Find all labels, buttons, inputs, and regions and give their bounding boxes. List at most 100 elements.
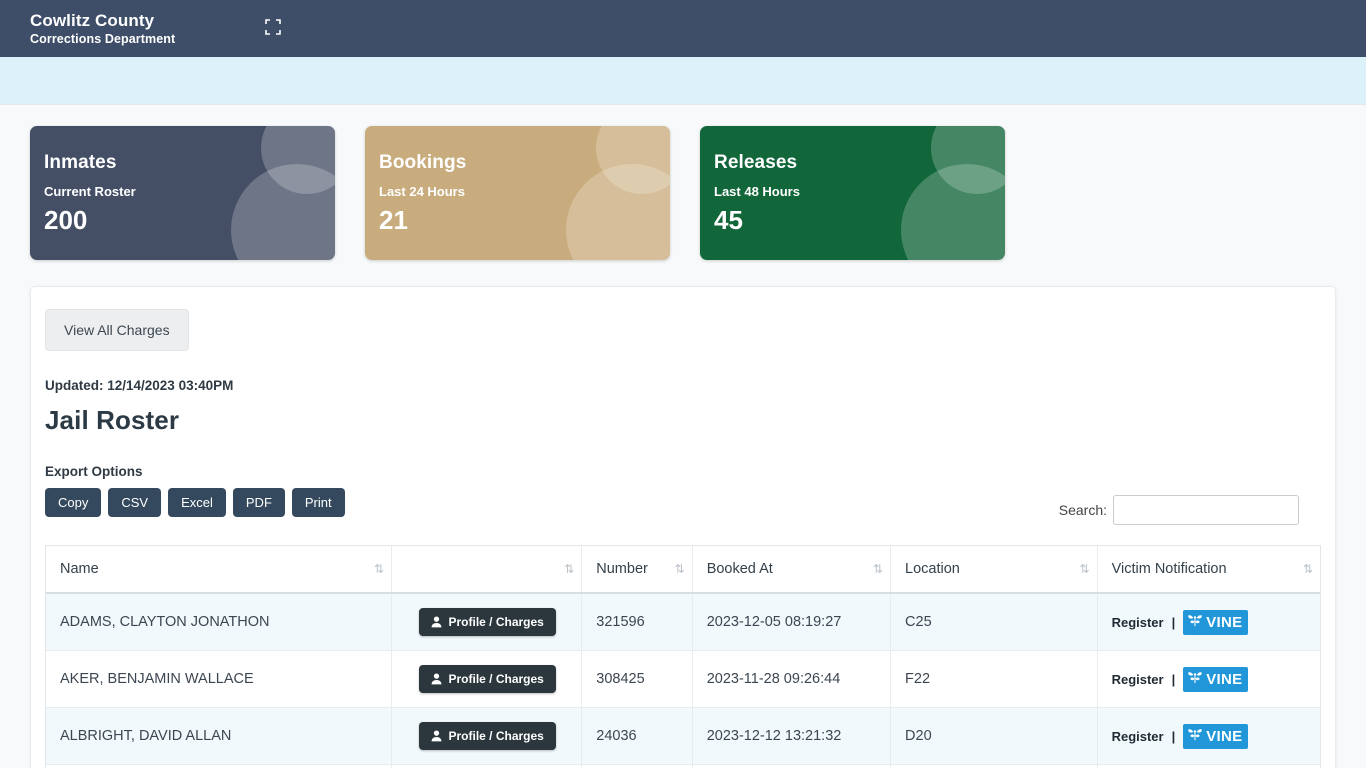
column-label: Victim Notification bbox=[1111, 561, 1227, 577]
vine-cell: Register | VINE bbox=[1112, 609, 1308, 635]
table-row[interactable]: ADAMS, CLAYTON JONATHON Profile / Charges… bbox=[46, 593, 1320, 651]
sort-arrows-icon[interactable]: ⇅ bbox=[675, 562, 685, 576]
cell-actions: Profile / Charges bbox=[391, 593, 583, 651]
cell-actions: Profile / Charges bbox=[391, 650, 583, 708]
search-label: Search: bbox=[1058, 502, 1107, 518]
profile-charges-label: Profile / Charges bbox=[448, 729, 544, 743]
stat-card-subtitle: Current Roster bbox=[44, 184, 136, 199]
cell-booked-at: 2023-12-05 08:19:27 bbox=[692, 593, 892, 651]
register-link[interactable]: Register bbox=[1112, 672, 1164, 687]
column-header-location[interactable]: Location ⇅ bbox=[890, 546, 1098, 594]
stat-card-subtitle: Last 48 Hours bbox=[714, 184, 800, 199]
cell-location bbox=[890, 764, 1098, 768]
vine-butterfly-icon bbox=[1187, 727, 1203, 746]
profile-charges-button[interactable]: Profile / Charges bbox=[419, 608, 556, 636]
fullscreen-icon[interactable] bbox=[264, 18, 282, 36]
brand-title: Cowlitz County bbox=[30, 10, 155, 30]
cell-name: ADAMS, CLAYTON JONATHON bbox=[46, 593, 393, 651]
export-excel-button[interactable]: Excel bbox=[168, 488, 226, 517]
table-body: ADAMS, CLAYTON JONATHON Profile / Charges… bbox=[46, 593, 1320, 768]
vine-cell: Register | VINE bbox=[1112, 666, 1308, 692]
sort-arrows-icon[interactable]: ⇅ bbox=[1080, 562, 1090, 576]
separator: | bbox=[1171, 728, 1176, 744]
export-pdf-button[interactable]: PDF bbox=[232, 488, 285, 517]
sort-arrows-icon[interactable]: ⇅ bbox=[1303, 562, 1313, 576]
register-link[interactable]: Register bbox=[1112, 615, 1164, 630]
column-header-actions[interactable]: ⇅ bbox=[391, 546, 583, 594]
stat-card-subtitle: Last 24 Hours bbox=[379, 184, 465, 199]
export-csv-button[interactable]: CSV bbox=[108, 488, 162, 517]
person-icon bbox=[431, 616, 442, 628]
column-header-number[interactable]: Number ⇅ bbox=[581, 546, 693, 594]
roster-panel: View All Charges Updated: 12/14/2023 03:… bbox=[30, 286, 1336, 768]
column-label: Number bbox=[596, 561, 648, 577]
vine-label: VINE bbox=[1206, 613, 1243, 631]
vine-badge[interactable]: VINE bbox=[1183, 609, 1249, 635]
separator: | bbox=[1171, 671, 1176, 687]
cell-name: ALBRIGHT, DAVID ALLAN bbox=[46, 707, 393, 765]
brand-subtitle: Corrections Department bbox=[30, 32, 176, 47]
column-label: Location bbox=[905, 561, 960, 577]
vine-butterfly-icon bbox=[1187, 670, 1203, 689]
cell-location: F22 bbox=[890, 650, 1098, 708]
cell-name bbox=[46, 764, 393, 768]
column-header-booked-at[interactable]: Booked At ⇅ bbox=[692, 546, 892, 594]
stat-card-value: 200 bbox=[44, 205, 88, 235]
vine-badge[interactable]: VINE bbox=[1183, 666, 1249, 692]
page-title: Jail Roster bbox=[45, 405, 180, 435]
stat-card-bookings[interactable]: Bookings Last 24 Hours 21 bbox=[365, 126, 670, 260]
app-header: Cowlitz County Corrections Department bbox=[0, 0, 1366, 57]
cell-booked-at bbox=[692, 764, 892, 768]
column-label: Name bbox=[60, 561, 99, 577]
stat-card-value: 45 bbox=[714, 205, 743, 235]
brand: Cowlitz County Corrections Department bbox=[30, 11, 175, 47]
table-row[interactable]: ALBRIGHT, DAVID ALLAN Profile / Charges 24… bbox=[46, 707, 1320, 765]
column-label: Booked At bbox=[706, 561, 773, 577]
vine-label: VINE bbox=[1206, 670, 1243, 688]
profile-charges-label: Profile / Charges bbox=[448, 672, 544, 686]
register-link[interactable]: Register bbox=[1112, 729, 1164, 744]
sort-arrows-icon[interactable]: ⇅ bbox=[873, 562, 883, 576]
cell-booked-at: 2023-11-28 09:26:44 bbox=[692, 650, 892, 708]
vine-butterfly-icon bbox=[1187, 613, 1203, 632]
search-input[interactable] bbox=[1113, 495, 1299, 525]
separator: | bbox=[1171, 614, 1176, 630]
stat-cards: Inmates Current Roster 200 Bookings Last… bbox=[0, 105, 1366, 260]
banner-strip bbox=[0, 57, 1366, 105]
cell-number: 321596 bbox=[581, 593, 693, 651]
cell-victim-notification bbox=[1097, 764, 1320, 768]
sort-arrows-icon[interactable]: ⇅ bbox=[564, 562, 574, 576]
export-print-button[interactable]: Print bbox=[291, 488, 345, 517]
sort-arrows-icon[interactable]: ⇅ bbox=[374, 562, 384, 576]
cell-number: 308425 bbox=[581, 650, 693, 708]
stat-card-releases[interactable]: Releases Last 48 Hours 45 bbox=[700, 126, 1005, 260]
vine-cell: Register | VINE bbox=[1112, 723, 1308, 749]
profile-charges-button[interactable]: Profile / Charges bbox=[419, 722, 556, 750]
stat-card-title: Bookings bbox=[379, 152, 467, 173]
cell-number bbox=[581, 764, 693, 768]
stat-card-inmates[interactable]: Inmates Current Roster 200 bbox=[30, 126, 335, 260]
cell-actions: Profile / Charges bbox=[391, 707, 583, 765]
cell-location: D20 bbox=[890, 707, 1098, 765]
cell-actions: Profile / Charges bbox=[391, 764, 583, 768]
cell-victim-notification: Register | VINE bbox=[1097, 707, 1320, 765]
profile-charges-button[interactable]: Profile / Charges bbox=[419, 665, 556, 693]
vine-label: VINE bbox=[1206, 727, 1243, 745]
column-header-name[interactable]: Name ⇅ bbox=[46, 546, 393, 594]
export-options-label: Export Options bbox=[45, 464, 143, 479]
column-header-victim-notification[interactable]: Victim Notification ⇅ bbox=[1097, 546, 1320, 594]
jail-roster-table: Name ⇅ ⇅ Number ⇅ Booked At ⇅ Location ⇅… bbox=[46, 546, 1320, 768]
stat-card-title: Releases bbox=[714, 152, 798, 173]
cell-booked-at: 2023-12-12 13:21:32 bbox=[692, 707, 892, 765]
vine-badge[interactable]: VINE bbox=[1183, 723, 1249, 749]
profile-charges-label: Profile / Charges bbox=[448, 615, 544, 629]
export-copy-button[interactable]: Copy bbox=[45, 488, 102, 517]
stat-card-title: Inmates bbox=[44, 152, 117, 173]
cell-number: 24036 bbox=[581, 707, 693, 765]
table-row[interactable]: Profile / Charges bbox=[46, 764, 1320, 768]
person-icon bbox=[431, 673, 442, 685]
cell-name: AKER, BENJAMIN WALLACE bbox=[46, 650, 393, 708]
person-icon bbox=[431, 730, 442, 742]
view-all-charges-button[interactable]: View All Charges bbox=[45, 309, 189, 351]
table-row[interactable]: AKER, BENJAMIN WALLACE Profile / Charges 3… bbox=[46, 650, 1320, 708]
